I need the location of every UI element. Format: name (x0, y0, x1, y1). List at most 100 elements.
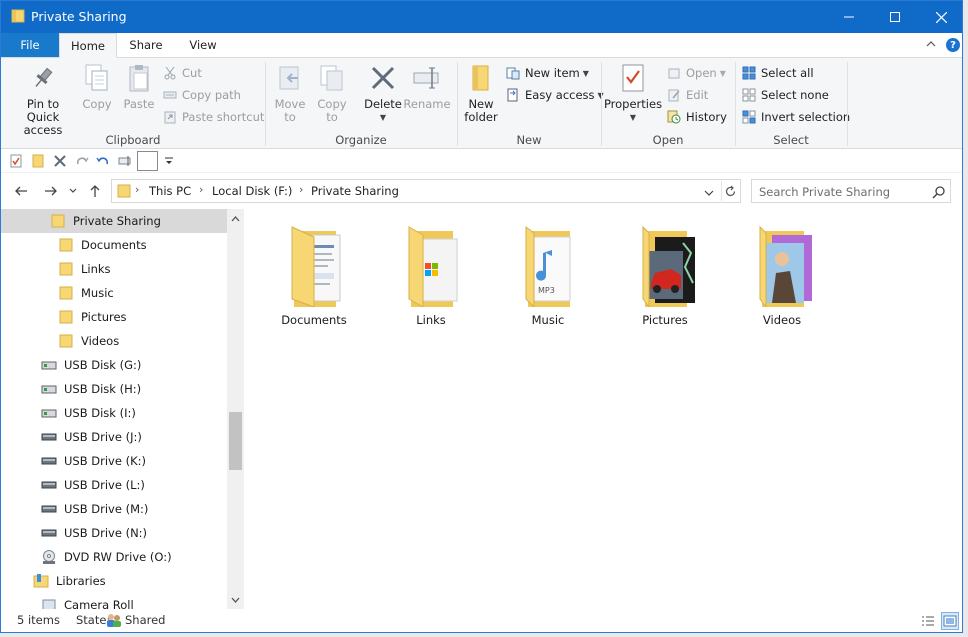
item-count: 5 items (17, 613, 60, 627)
easy-access-icon (506, 88, 520, 102)
qat-dropdown-icon[interactable] (163, 153, 175, 169)
scroll-down-arrow-icon[interactable] (227, 591, 244, 608)
invert-selection-button[interactable]: Invert selection (742, 108, 850, 126)
breadcrumb-local-disk[interactable]: Local Disk (F:) (212, 184, 292, 198)
nav-item-documents[interactable]: Documents (1, 233, 227, 257)
tab-view[interactable]: View (175, 33, 231, 57)
minimize-button[interactable] (826, 1, 872, 33)
nav-item-links[interactable]: Links (1, 257, 227, 281)
large-icons-view-icon[interactable] (941, 612, 959, 630)
move-to-button[interactable]: Move to (271, 62, 309, 124)
history-button[interactable]: History (667, 108, 727, 126)
file-item-pictures[interactable]: Pictures (615, 223, 715, 335)
search-input[interactable] (759, 183, 929, 200)
new-folder-icon[interactable] (30, 153, 46, 169)
breadcrumb-this-pc[interactable]: This PC (149, 184, 191, 198)
nav-item-usb-drive-m[interactable]: USB Drive (M:) (1, 497, 227, 521)
rename-label: Rename (403, 97, 451, 111)
copy-icon (81, 62, 113, 94)
nav-scrollbar[interactable] (227, 209, 244, 609)
redo-icon[interactable] (74, 153, 90, 169)
back-arrow-icon[interactable] (12, 182, 30, 200)
select-all-button[interactable]: Select all (742, 64, 814, 82)
nav-item-camera-roll[interactable]: Camera Roll (1, 593, 227, 609)
title-bar[interactable]: Private Sharing (1, 1, 962, 33)
nav-item-usb-drive-l[interactable]: USB Drive (L:) (1, 473, 227, 497)
ribbon: Pin to Quick access Copy Paste Cut Copy … (1, 57, 962, 149)
cut-button[interactable]: Cut (163, 64, 202, 82)
svg-text:MP3: MP3 (538, 286, 555, 295)
file-item-videos[interactable]: Videos (732, 223, 832, 335)
file-item-label: Links (416, 313, 446, 327)
chevron-up-icon[interactable] (925, 38, 937, 50)
tab-file[interactable]: File (1, 33, 59, 57)
delete-icon[interactable] (52, 153, 68, 169)
rename-icon[interactable] (117, 153, 133, 169)
paste-shortcut-button[interactable]: Paste shortcut (163, 108, 264, 126)
open-button[interactable]: Open ▼ (667, 64, 726, 82)
properties-button[interactable]: Properties ▼ (603, 62, 663, 124)
nav-item-label: Camera Roll (64, 598, 134, 609)
forward-arrow-icon[interactable] (42, 182, 60, 200)
nav-item-usb-drive-k[interactable]: USB Drive (K:) (1, 449, 227, 473)
new-item-button[interactable]: New item ▼ (506, 64, 589, 82)
select-none-button[interactable]: Select none (742, 86, 829, 104)
properties-check-icon[interactable] (8, 153, 24, 169)
copy-path-button[interactable]: Copy path (163, 86, 241, 104)
nav-item-dvd-rw-drive-o[interactable]: DVD RW Drive (O:) (1, 545, 227, 569)
recent-locations-chevron-icon[interactable] (67, 182, 79, 200)
breadcrumb-chevron[interactable]: › (135, 183, 139, 196)
address-bar[interactable]: › This PC › Local Disk (F:) › Private Sh… (111, 179, 741, 203)
easy-access-button[interactable]: Easy access ▼ (506, 86, 604, 104)
chevron-down-icon[interactable] (704, 187, 714, 197)
maximize-button[interactable] (872, 1, 918, 33)
refresh-icon[interactable] (724, 185, 737, 198)
tab-home[interactable]: Home (59, 33, 117, 58)
scrollbar-thumb[interactable] (229, 412, 242, 470)
nav-item-usb-drive-j[interactable]: USB Drive (J:) (1, 425, 227, 449)
file-item-music[interactable]: MP3 Music (498, 223, 598, 335)
pin-icon (27, 62, 59, 94)
nav-item-videos[interactable]: Videos (1, 329, 227, 353)
search-icon[interactable] (932, 185, 946, 199)
nav-item-usb-drive-n[interactable]: USB Drive (N:) (1, 521, 227, 545)
pin-label-line1: Pin to Quick (26, 97, 60, 124)
tab-share[interactable]: Share (117, 33, 175, 57)
scroll-up-arrow-icon[interactable] (227, 210, 244, 227)
copy-to-icon (316, 62, 348, 94)
close-button[interactable] (918, 1, 962, 33)
nav-item-usb-disk-h[interactable]: USB Disk (H:) (1, 377, 227, 401)
folder-icon (58, 237, 74, 253)
edit-button[interactable]: Edit (667, 86, 708, 104)
history-icon (667, 110, 681, 124)
file-item-label: Pictures (642, 313, 688, 327)
file-item-documents[interactable]: Documents (264, 223, 364, 335)
rename-button[interactable]: Rename (403, 62, 451, 111)
paste-icon (123, 62, 155, 94)
breadcrumb-chevron[interactable]: › (299, 183, 303, 196)
nav-item-private-sharing[interactable]: Private Sharing (1, 209, 227, 233)
properties-label: Properties (603, 97, 663, 111)
breadcrumb-chevron[interactable]: › (199, 183, 203, 196)
breadcrumb-private-sharing[interactable]: Private Sharing (311, 184, 399, 198)
paste-button[interactable]: Paste (121, 62, 157, 111)
nav-item-usb-disk-g[interactable]: USB Disk (G:) (1, 353, 227, 377)
paste-shortcut-label: Paste shortcut (182, 110, 265, 124)
nav-item-usb-disk-i[interactable]: USB Disk (I:) (1, 401, 227, 425)
pin-to-quick-access-button[interactable]: Pin to Quick access (9, 62, 77, 137)
help-icon[interactable]: ? (946, 38, 960, 52)
up-arrow-icon[interactable] (86, 182, 104, 200)
new-item-icon (506, 66, 520, 80)
file-item-links[interactable]: Links (381, 223, 481, 335)
undo-icon[interactable] (95, 153, 111, 169)
nav-item-music[interactable]: Music (1, 281, 227, 305)
copy-to-button[interactable]: Copy to (313, 62, 351, 124)
copy-button[interactable]: Copy (79, 62, 115, 111)
new-folder-button[interactable]: New folder (461, 62, 501, 124)
delete-button[interactable]: Delete ▼ (363, 62, 403, 124)
nav-item-libraries[interactable]: Libraries (1, 569, 227, 593)
new-folder-icon (465, 62, 497, 94)
details-view-icon[interactable] (919, 612, 937, 630)
nav-item-pictures[interactable]: Pictures (1, 305, 227, 329)
qat-customize-box[interactable] (137, 151, 158, 171)
